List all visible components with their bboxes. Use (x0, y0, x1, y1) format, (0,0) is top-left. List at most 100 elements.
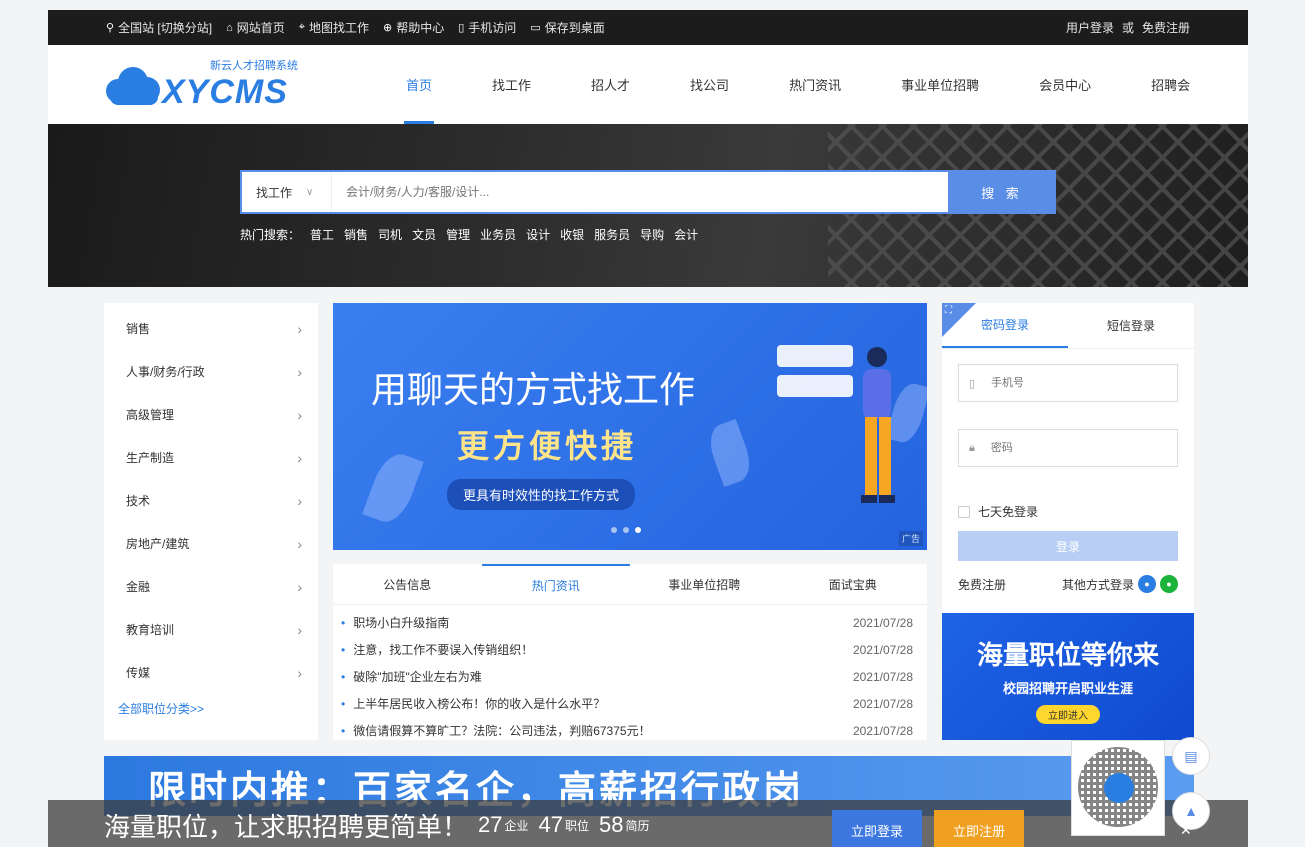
top-link-map[interactable]: ⌖ 地图找工作 (299, 19, 369, 36)
campus-ad[interactable]: 海量职位等你来 校园招聘开启职业生涯 立即进入 (942, 613, 1194, 740)
top-register-link[interactable]: 免费注册 (1142, 19, 1190, 36)
chevron-right-icon: › (297, 664, 302, 681)
category-item[interactable]: 房地产/建筑 › (104, 522, 318, 565)
nav-public-jobs[interactable]: 事业单位招聘 (871, 45, 1009, 124)
remember-checkbox[interactable] (958, 505, 970, 518)
nav-find-company[interactable]: 找公司 (660, 45, 759, 124)
carousel-dot[interactable] (611, 527, 617, 533)
stat-job-count: 47 (538, 812, 563, 837)
search-input[interactable] (332, 185, 948, 199)
float-login-button[interactable]: 立即登录 (832, 810, 922, 847)
login-button[interactable]: 登录 (958, 531, 1178, 561)
phone-input[interactable] (991, 377, 1142, 389)
category-item[interactable]: 人事/财务/行政 › (104, 350, 318, 393)
hot-search-item[interactable]: 业务员 (480, 226, 516, 243)
logo-cloud-icon (106, 63, 162, 107)
chevron-right-icon: › (297, 621, 302, 638)
nav-find-talent[interactable]: 招人才 (561, 45, 660, 124)
chevron-right-icon: › (297, 320, 302, 337)
password-input[interactable] (990, 442, 1141, 454)
category-item[interactable]: 销售 › (104, 307, 318, 350)
nav-job-fair[interactable]: 招聘会 (1121, 45, 1220, 124)
hero-search-area: 找工作 ∨ 搜 索 热门搜索： 普工 销售 司机 文员 管理 业务员 设计 收银… (48, 124, 1248, 287)
wechat-icon[interactable]: ● (1160, 575, 1178, 593)
nav-home[interactable]: 首页 (376, 45, 462, 124)
news-item[interactable]: 注意，找工作不要误入传销组织！2021/07/28 (341, 636, 913, 663)
tab-announcements[interactable]: 公告信息 (333, 564, 482, 604)
category-menu: 销售 › 人事/财务/行政 › 高级管理 › 生产制造 › 技术 › 房地产/建筑 › 金融… (104, 303, 318, 740)
top-link-home[interactable]: ⌂ 网站首页 (226, 19, 285, 36)
news-item[interactable]: 职场小白升级指南2021/07/28 (341, 609, 913, 636)
chevron-right-icon: › (297, 492, 302, 509)
chevron-right-icon: › (297, 449, 302, 466)
register-link[interactable]: 免费注册 (958, 576, 1006, 593)
location-icon: ⚲ (106, 22, 115, 34)
tab-public-jobs[interactable]: 事业单位招聘 (630, 564, 779, 604)
hot-search-item[interactable]: 普工 (310, 226, 334, 243)
hot-search-item[interactable]: 文员 (412, 226, 436, 243)
tab-hot-news[interactable]: 热门资讯 (481, 564, 630, 604)
stat-job-unit: 职位 (565, 818, 590, 833)
top-link-mobile[interactable]: ▯ 手机访问 (458, 19, 516, 36)
category-item[interactable]: 高级管理 › (104, 393, 318, 436)
tab-sms-login[interactable]: 短信登录 (1068, 303, 1194, 348)
hot-search-item[interactable]: 销售 (344, 226, 368, 243)
campus-ad-subtitle: 校园招聘开启职业生涯 (1002, 681, 1133, 696)
hot-search-item[interactable]: 司机 (378, 226, 402, 243)
category-item[interactable]: 金融 › (104, 565, 318, 608)
top-link-help[interactable]: ⊕ 帮助中心 (383, 19, 444, 36)
top-link-desktop[interactable]: ▭ 保存到桌面 (530, 19, 604, 36)
category-item[interactable]: 教育培训 › (104, 608, 318, 651)
hot-search-item[interactable]: 服务员 (594, 226, 630, 243)
top-login-link[interactable]: 用户登录 (1066, 19, 1114, 36)
expand-icon: ⛶ (945, 305, 952, 316)
phone-field-wrapper: ▯ (958, 364, 1178, 402)
leaf-decoration (362, 448, 424, 528)
news-item[interactable]: 上半年居民收入榜公布！你的收入是什么水平？2021/07/28 (341, 690, 913, 717)
close-icon[interactable]: ✕ (1180, 822, 1192, 839)
qr-logo-icon (1104, 773, 1134, 803)
hot-search: 热门搜索： 普工 销售 司机 文员 管理 业务员 设计 收银 服务员 导购 会计 (240, 226, 698, 243)
hot-search-item[interactable]: 管理 (446, 226, 470, 243)
leaf-decoration (703, 418, 757, 488)
feedback-icon[interactable]: ▤ (1172, 737, 1210, 775)
nav-news[interactable]: 热门资讯 (759, 45, 871, 124)
search-box: 找工作 ∨ 搜 索 (240, 170, 1056, 214)
search-button[interactable]: 搜 索 (948, 170, 1056, 214)
ad-label: 广告 (898, 531, 923, 546)
nav-member-center[interactable]: 会员中心 (1009, 45, 1121, 124)
top-link-substation[interactable]: ⚲ 全国站 [切换分站] (106, 19, 212, 36)
carousel-dot[interactable] (623, 527, 629, 533)
news-item[interactable]: 破除"加班"企业左右为难2021/07/28 (341, 663, 913, 690)
stat-resume-unit: 简历 (625, 818, 650, 833)
carousel-dots (611, 527, 641, 533)
chevron-down-icon: ∨ (306, 186, 314, 198)
hot-search-item[interactable]: 导购 (640, 226, 664, 243)
floating-register-bar: 海量职位，让求职招聘更简单！ 27 企业 47 职位 58 简历 立即登录 立即… (48, 800, 1248, 847)
main-nav: 首页 找工作 招人才 找公司 热门资讯 事业单位招聘 会员中心 招聘会 (376, 45, 1220, 124)
chevron-right-icon: › (297, 578, 302, 595)
news-item[interactable]: 微信请假算不算旷工？法院：公司违法，判赔67375元！2021/07/28 (341, 717, 913, 744)
search-type-select[interactable]: 找工作 ∨ (242, 172, 332, 212)
float-register-button[interactable]: 立即注册 (934, 810, 1024, 847)
hot-search-item[interactable]: 收银 (560, 226, 584, 243)
carousel-dot[interactable] (635, 527, 641, 533)
category-item[interactable]: 生产制造 › (104, 436, 318, 479)
qq-icon[interactable]: ● (1138, 575, 1156, 593)
logo-wordmark: XYCMS (162, 73, 288, 111)
float-slogan: 海量职位，让求职招聘更简单！ (104, 811, 469, 842)
all-categories-link[interactable]: 全部职位分类>> (104, 700, 318, 717)
tab-interview-guide[interactable]: 面试宝典 (779, 564, 928, 604)
nav-find-job[interactable]: 找工作 (462, 45, 561, 124)
chevron-right-icon: › (297, 406, 302, 423)
campus-ad-button[interactable]: 立即进入 (1036, 705, 1100, 724)
hero-banner[interactable]: 用聊天的方式找工作 更方便快捷 更具有时效性的找工作方式 广告 (333, 303, 927, 550)
login-panel: ⛶ 密码登录 短信登录 ▯ 🔒︎ 七天免登录 登录 免费注册 其他方式登 (942, 303, 1194, 613)
category-item[interactable]: 传媒 › (104, 651, 318, 694)
hot-search-item[interactable]: 设计 (526, 226, 550, 243)
category-item[interactable]: 技术 › (104, 479, 318, 522)
banner-headline: 用聊天的方式找工作 (371, 369, 696, 410)
site-logo[interactable]: 新云人才招聘系统 XYCMS (106, 57, 346, 112)
hot-search-item[interactable]: 会计 (674, 226, 698, 243)
remember-login[interactable]: 七天免登录 (958, 503, 1038, 520)
